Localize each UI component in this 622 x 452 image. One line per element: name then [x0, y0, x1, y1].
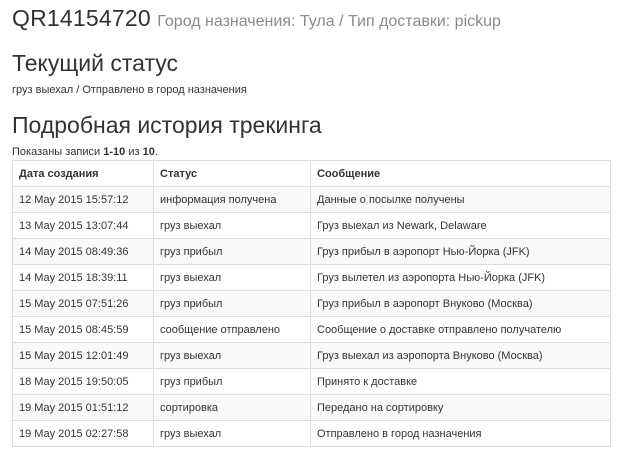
table-row: 14 May 2015 18:39:11 груз выехал Груз вы… — [12, 264, 611, 291]
records-total: 10 — [142, 146, 155, 158]
cell-message: Груз прибыл в аэропорт Внуково (Москва) — [310, 290, 611, 317]
cell-message: Передано на сортировку — [310, 394, 611, 421]
cell-message: Сообщение о доставке отправлено получате… — [310, 316, 611, 343]
cell-date: 18 May 2015 19:50:05 — [12, 368, 154, 395]
cell-date: 14 May 2015 18:39:11 — [12, 264, 154, 291]
column-header-message[interactable]: Сообщение — [310, 160, 611, 187]
cell-status: груз прибыл — [153, 368, 311, 395]
cell-status: груз прибыл — [153, 290, 311, 317]
cell-status: груз выехал — [153, 212, 311, 239]
table-row: 12 May 2015 15:57:12 информация получена… — [12, 186, 611, 213]
cell-date: 13 May 2015 13:07:44 — [12, 212, 154, 239]
table-row: 13 May 2015 13:07:44 груз выехал Груз вы… — [12, 212, 611, 239]
cell-date: 19 May 2015 01:51:12 — [12, 394, 154, 421]
column-header-status[interactable]: Статус — [153, 160, 311, 187]
records-info: Показаны записи 1-10 из 10. — [12, 146, 158, 158]
cell-date: 19 May 2015 02:27:58 — [12, 420, 154, 447]
cell-date: 15 May 2015 12:01:49 — [12, 342, 154, 369]
cell-status: груз прибыл — [153, 238, 311, 265]
cell-status: груз выехал — [153, 342, 311, 369]
tracking-history-heading: Подробная история трекинга — [12, 112, 322, 138]
tracking-history-table: Дата создания Статус Сообщение 12 May 20… — [12, 160, 611, 447]
cell-message: Груз выехал из аэропорта Внуково (Москва… — [310, 342, 611, 369]
records-of: из — [125, 146, 143, 158]
table-row: 15 May 2015 07:51:26 груз прибыл Груз пр… — [12, 290, 611, 317]
cell-date: 15 May 2015 07:51:26 — [12, 290, 154, 317]
tracking-number: QR14154720 — [12, 5, 151, 31]
page-header: QR14154720 Город назначения: Тула / Тип … — [12, 5, 501, 32]
table-row: 14 May 2015 08:49:36 груз прибыл Груз пр… — [12, 238, 611, 265]
table-row: 18 May 2015 19:50:05 груз прибыл Принято… — [12, 368, 611, 395]
cell-date: 12 May 2015 15:57:12 — [12, 186, 154, 213]
cell-status: информация получена — [153, 186, 311, 213]
table-row: 19 May 2015 01:51:12 сортировка Передано… — [12, 394, 611, 421]
cell-status: груз выехал — [153, 420, 311, 447]
column-header-created-date[interactable]: Дата создания — [12, 160, 154, 187]
cell-message: Груз вылетел из аэропорта Нью-Йорка (JFK… — [310, 264, 611, 291]
cell-message: Груз выехал из Newark, Delaware — [310, 212, 611, 239]
cell-date: 15 May 2015 08:45:59 — [12, 316, 154, 343]
cell-message: Груз прибыл в аэропорт Нью-Йорка (JFK) — [310, 238, 611, 265]
cell-status: сообщение отправлено — [153, 316, 311, 343]
cell-status: груз выехал — [153, 264, 311, 291]
table-row: 19 May 2015 02:27:58 груз выехал Отправл… — [12, 420, 611, 447]
cell-date: 14 May 2015 08:49:36 — [12, 238, 154, 265]
table-row: 15 May 2015 08:45:59 сообщение отправлен… — [12, 316, 611, 343]
table-row: 15 May 2015 12:01:49 груз выехал Груз вы… — [12, 342, 611, 369]
cell-status: сортировка — [153, 394, 311, 421]
cell-message: Данные о посылке получены — [310, 186, 611, 213]
destination-delivery-info: Город назначения: Тула / Тип доставки: p… — [157, 13, 501, 30]
table-header-row: Дата создания Статус Сообщение — [12, 160, 611, 187]
cell-message: Отправлено в город назначения — [310, 420, 611, 447]
current-status-heading: Текущий статус — [12, 50, 178, 76]
cell-message: Принято к доставке — [310, 368, 611, 395]
records-suffix: . — [154, 146, 158, 158]
records-prefix: Показаны записи — [12, 146, 104, 158]
records-range: 1-10 — [103, 146, 126, 158]
current-status-text: груз выехал / Отправлено в город назначе… — [12, 84, 247, 96]
